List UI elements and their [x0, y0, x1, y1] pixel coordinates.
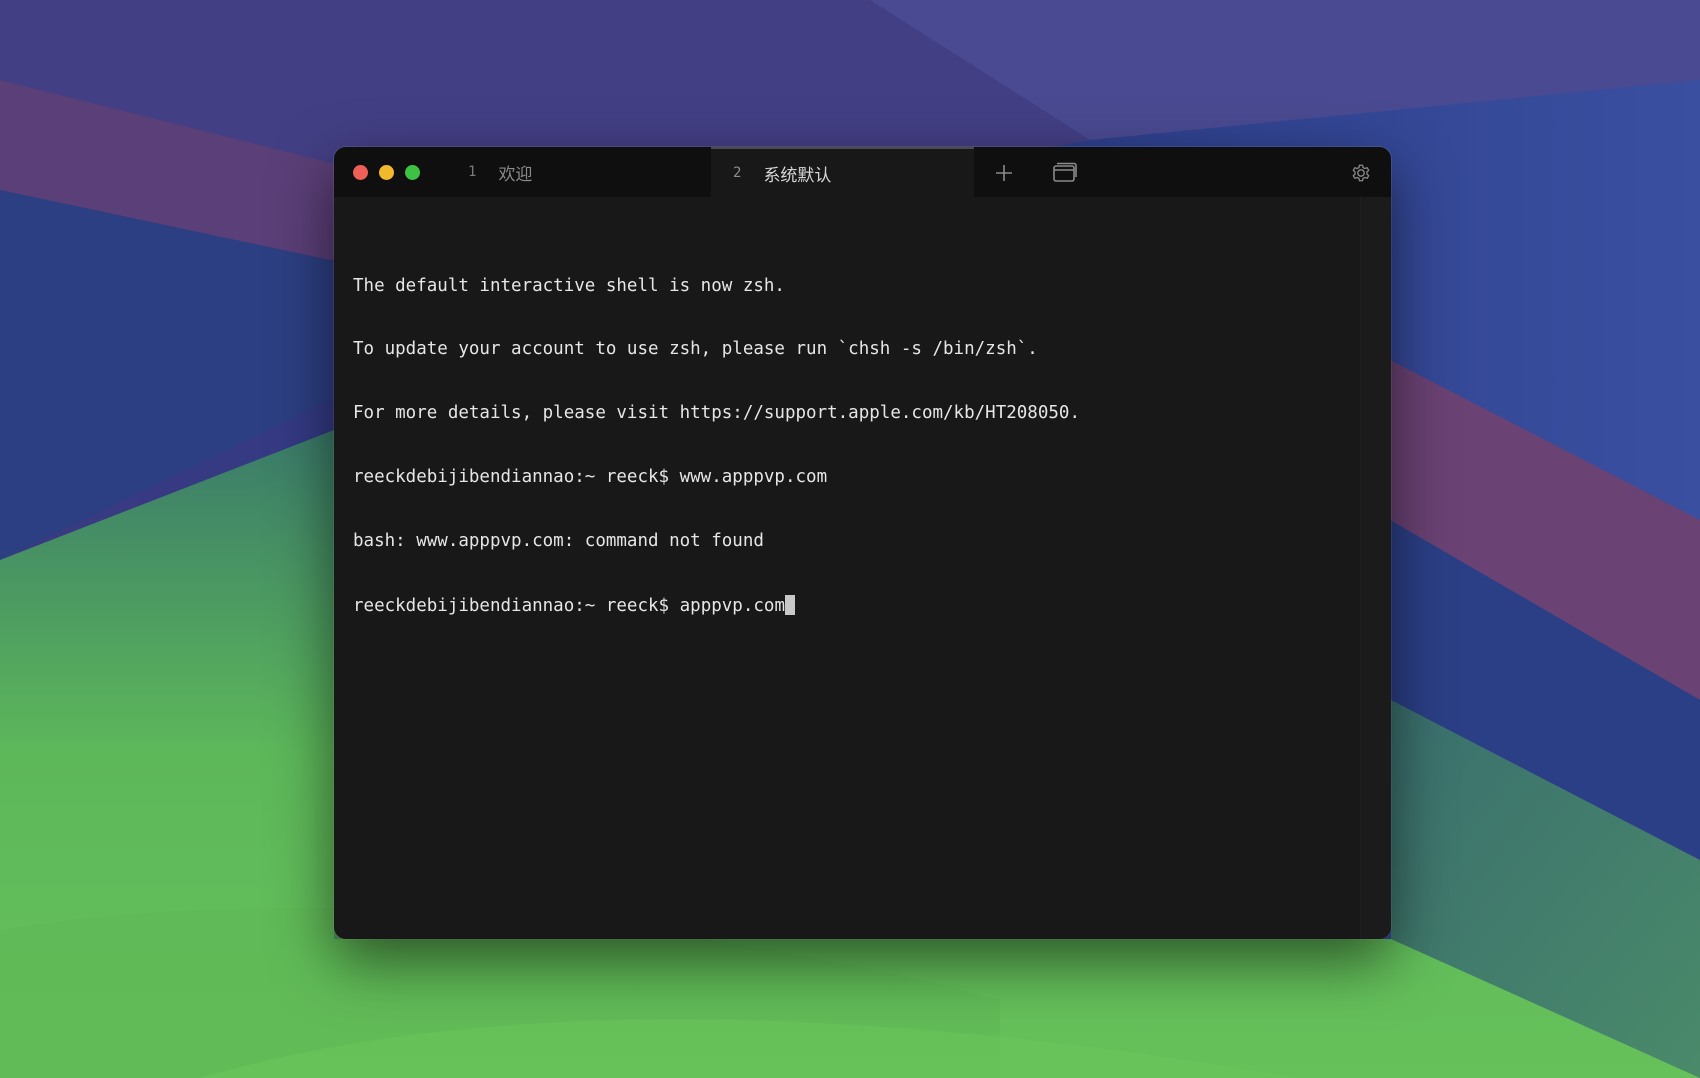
tab-label: 欢迎	[498, 164, 533, 185]
tab-system-default[interactable]: 2 系统默认	[711, 147, 974, 197]
settings-button[interactable]	[1348, 160, 1374, 186]
text-cursor	[784, 595, 795, 616]
add-tab-button[interactable]	[991, 160, 1017, 186]
gear-icon	[1352, 164, 1370, 182]
tabs-overview-button[interactable]	[1052, 160, 1078, 186]
terminal-window: 1 欢迎 2 系统默认 The default interactive shel…	[334, 147, 1391, 939]
plus-icon	[996, 165, 1012, 181]
title-bar: 1 欢迎 2 系统默认	[334, 147, 1391, 197]
terminal-current-input: apppvp.com	[679, 596, 785, 617]
terminal-line: For more details, please visit https://s…	[353, 403, 1080, 424]
terminal-line: reeckdebijibendiannao:~ reeck$ www.apppv…	[353, 467, 828, 488]
terminal-input-line[interactable]: reeckdebijibendiannao:~ reeck$ apppvp.co…	[353, 595, 1080, 616]
tab-label: 系统默认	[763, 165, 832, 186]
terminal-prompt: reeckdebijibendiannao:~ reeck$	[353, 596, 680, 617]
tabs-overview-icon	[1053, 162, 1077, 182]
terminal-output: The default interactive shell is now zsh…	[353, 233, 1080, 659]
scrollbar-track[interactable]	[1360, 197, 1391, 939]
tab-welcome[interactable]: 1 欢迎	[334, 147, 710, 197]
terminal-line: To update your account to use zsh, pleas…	[353, 339, 1038, 360]
terminal-line: bash: www.apppvp.com: command not found	[353, 531, 764, 552]
terminal-area[interactable]: The default interactive shell is now zsh…	[334, 197, 1391, 939]
tab-number: 1	[468, 164, 477, 180]
terminal-line: The default interactive shell is now zsh…	[353, 275, 785, 296]
tab-number: 2	[733, 165, 742, 181]
